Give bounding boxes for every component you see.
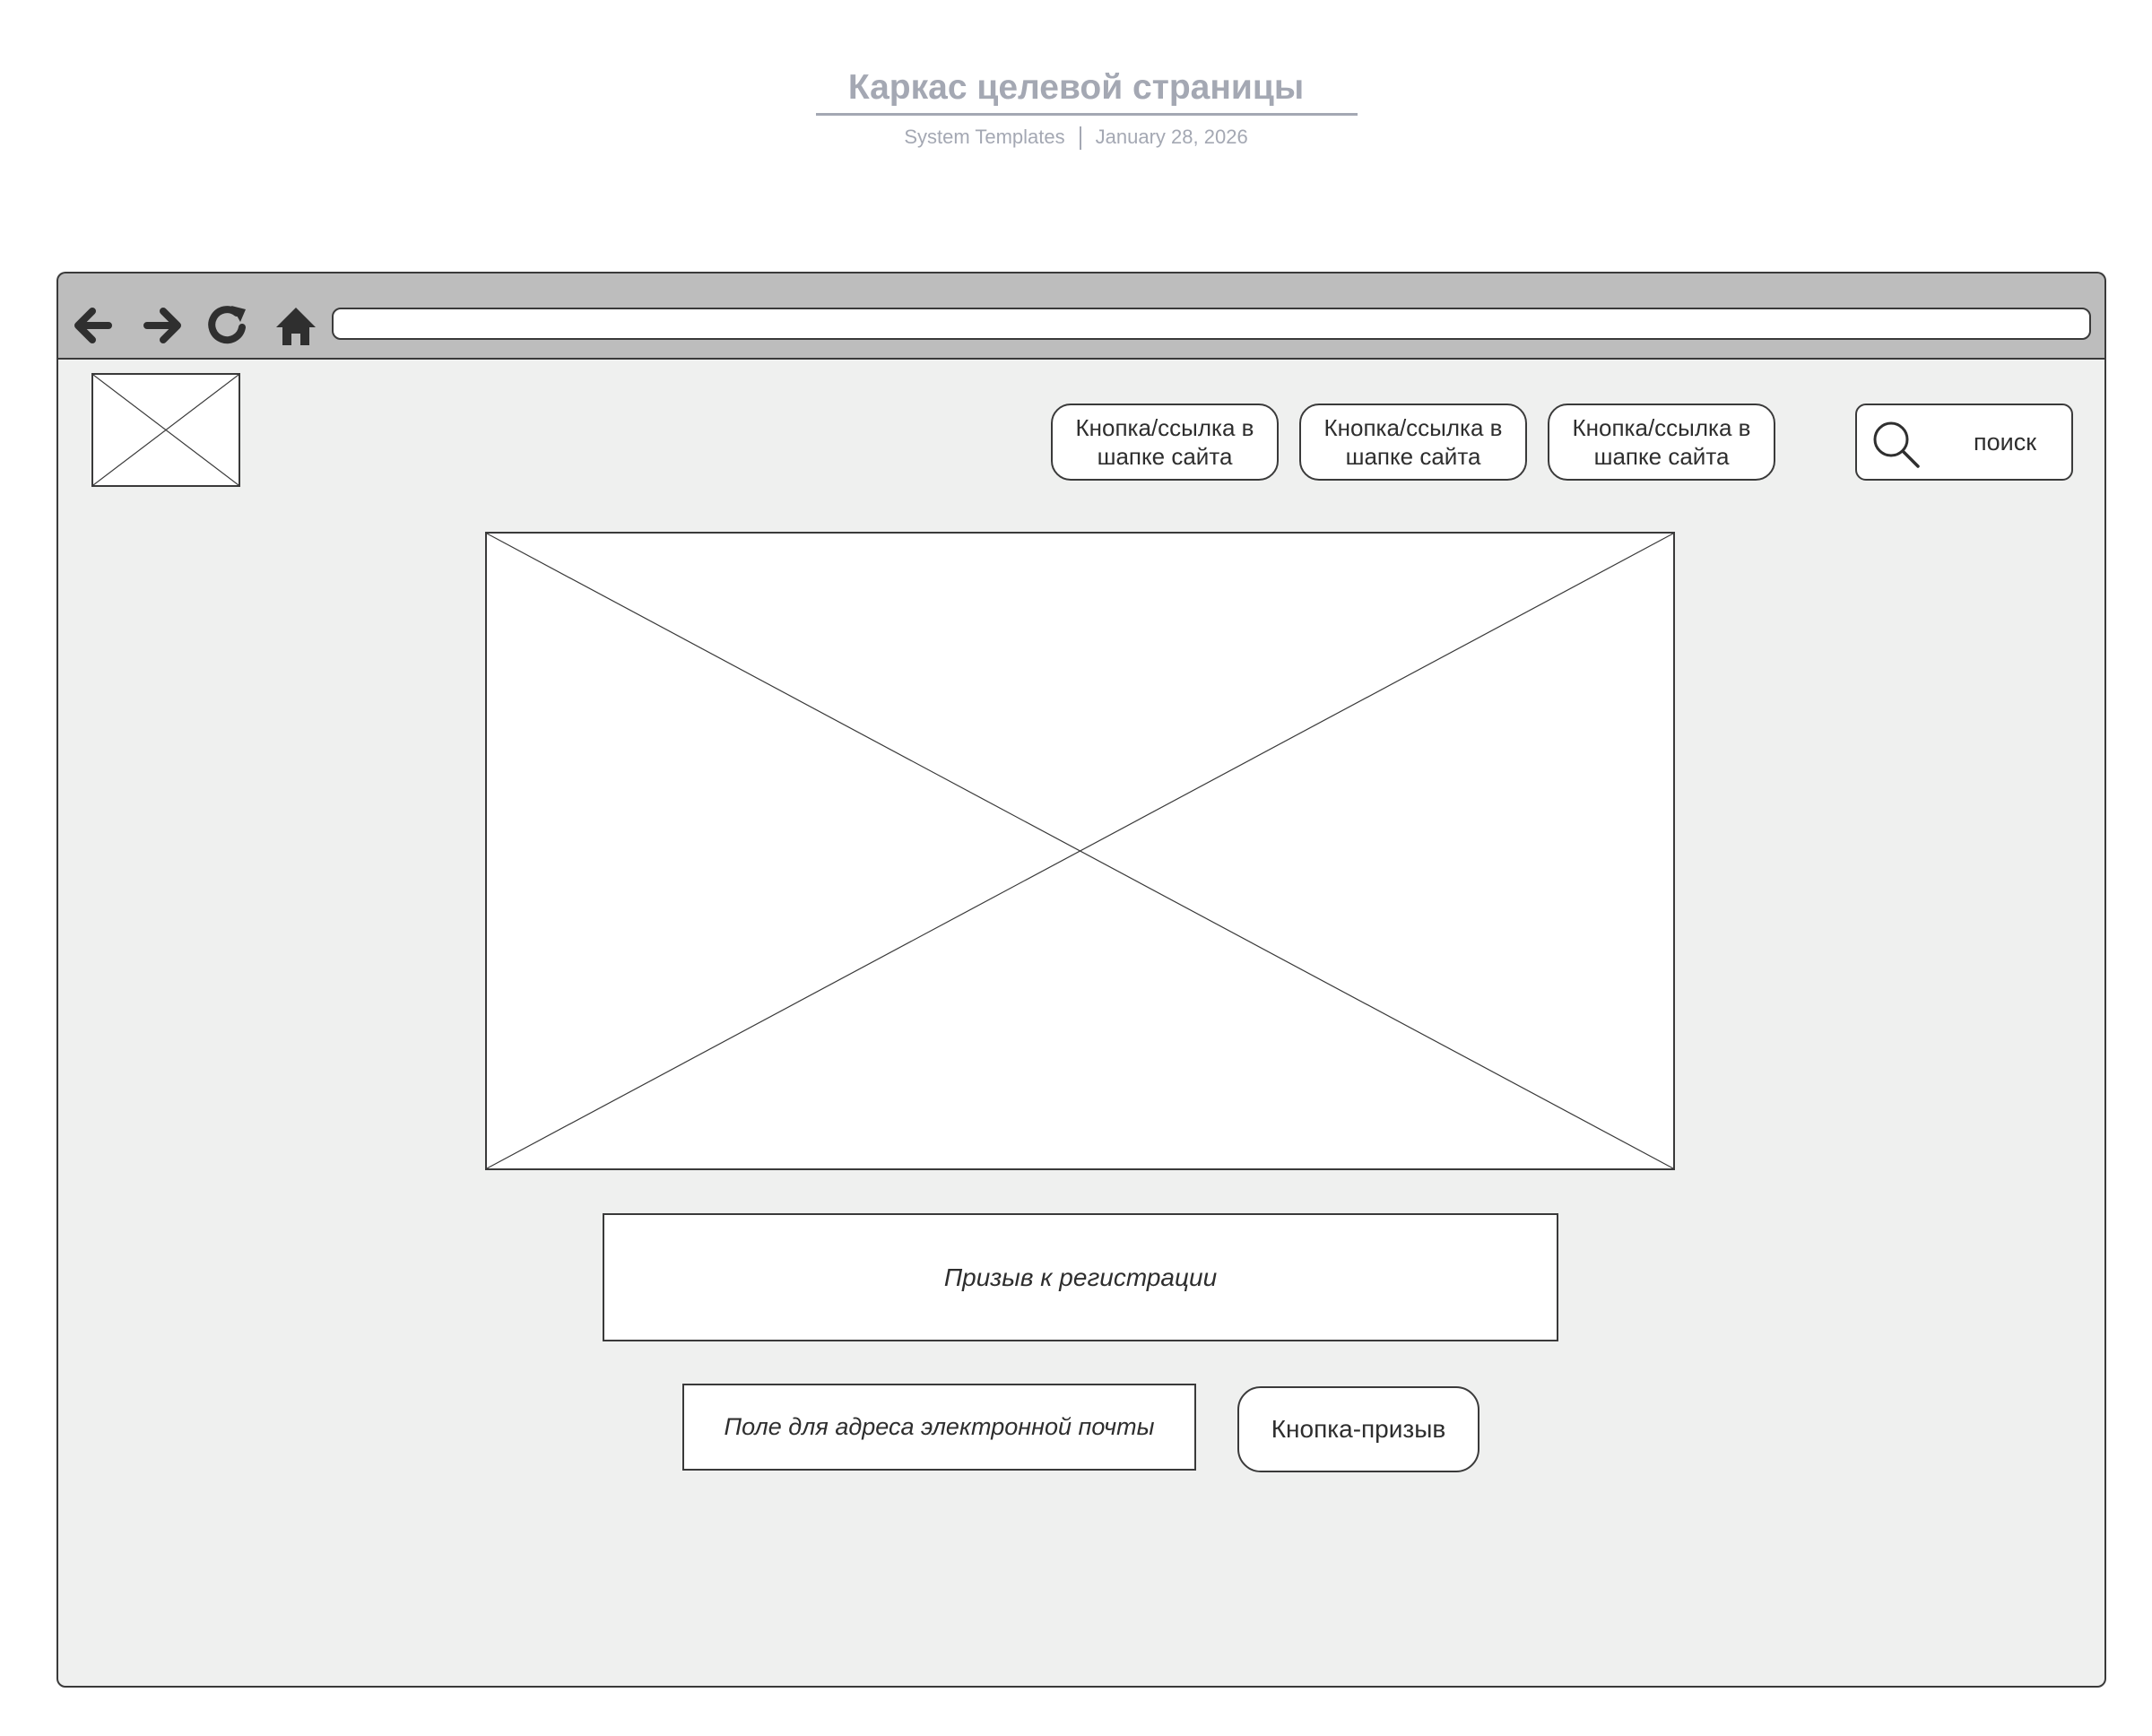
document-meta: System Templates January 28, 2026	[0, 126, 2152, 151]
logo-placeholder[interactable]	[91, 373, 240, 487]
meta-separator	[1079, 126, 1081, 151]
search-box[interactable]: поиск	[1855, 404, 2073, 481]
document-title: Каркас целевой страницы	[847, 68, 1305, 107]
image-placeholder-icon	[487, 534, 1673, 1168]
browser-toolbar	[56, 272, 2106, 358]
reload-icon[interactable]	[203, 300, 253, 351]
hero-image-placeholder	[485, 532, 1675, 1170]
image-placeholder-icon	[93, 375, 239, 485]
email-field[interactable]: Поле для адреса электронной почты	[682, 1384, 1196, 1471]
cta-button[interactable]: Кнопка-призыв	[1237, 1386, 1480, 1472]
search-label: поиск	[1973, 429, 2037, 456]
title-underline	[816, 113, 1358, 116]
header-link-1[interactable]: Кнопка/ссылка в шапке сайта	[1051, 404, 1279, 481]
header-link-3[interactable]: Кнопка/ссылка в шапке сайта	[1548, 404, 1775, 481]
forward-arrow-icon[interactable]	[138, 300, 188, 351]
home-icon[interactable]	[271, 300, 321, 351]
document-source: System Templates	[904, 126, 1065, 148]
back-arrow-icon[interactable]	[67, 300, 117, 351]
cta-banner: Призыв к регистрации	[603, 1213, 1558, 1341]
search-icon	[1873, 421, 1920, 468]
address-bar[interactable]	[332, 308, 2091, 340]
document-date: January 28, 2026	[1095, 126, 1248, 148]
header-link-2[interactable]: Кнопка/ссылка в шапке сайта	[1299, 404, 1527, 481]
